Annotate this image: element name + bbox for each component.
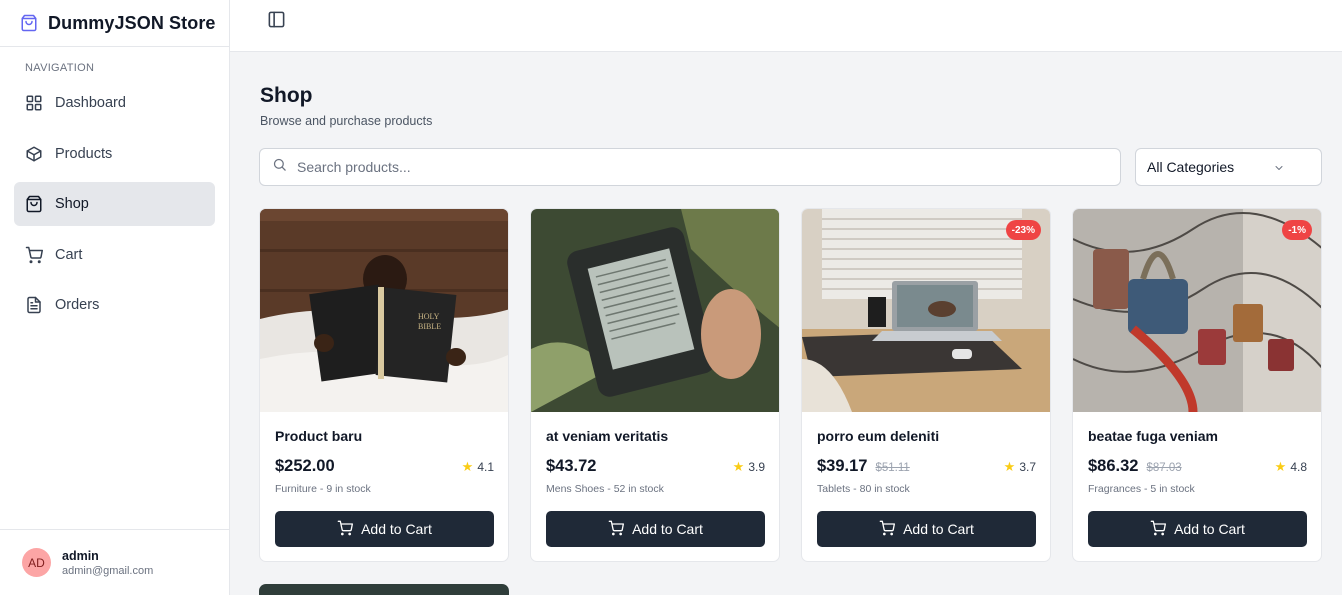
svg-text:BIBLE: BIBLE (418, 322, 441, 331)
sidebar-item-orders[interactable]: Orders (14, 283, 215, 327)
add-to-cart-label: Add to Cart (1174, 521, 1245, 537)
product-card[interactable] (259, 584, 509, 595)
add-to-cart-button[interactable]: Add to Cart (546, 511, 765, 547)
search-icon (272, 157, 287, 177)
svg-text:HOLY: HOLY (418, 312, 440, 321)
product-rating: ★ 3.7 (1004, 459, 1036, 475)
original-price: $51.11 (875, 462, 910, 474)
cart-icon (608, 520, 625, 539)
chevron-down-icon (1273, 161, 1285, 177)
product-meta: Furniture - 9 in stock (275, 483, 371, 495)
user-email: admin@gmail.com (62, 564, 154, 577)
discount-badge: -1% (1282, 220, 1312, 240)
cart-icon (879, 520, 896, 539)
add-to-cart-label: Add to Cart (361, 521, 432, 537)
topbar (230, 0, 1342, 52)
product-rating: ★ 4.1 (462, 459, 494, 475)
add-to-cart-label: Add to Cart (903, 521, 974, 537)
product-image[interactable]: HOLY BIBLE (260, 209, 508, 412)
cart-icon (25, 246, 43, 264)
product-price: $252.00 (275, 457, 335, 475)
sidebar-item-products[interactable]: Products (14, 132, 215, 176)
search-box[interactable] (259, 148, 1121, 186)
grid-icon (25, 94, 43, 112)
sidebar-item-cart[interactable]: Cart (14, 233, 215, 277)
product-price: $86.32 (1088, 457, 1139, 475)
sidebar-item-label: Orders (55, 297, 100, 313)
product-card[interactable]: at veniam veritatis $43.72 ★ 3.9 Mens Sh… (530, 208, 780, 562)
main-content: Shop Browse and purchase products All Ca… (230, 53, 1342, 595)
rating-value: 3.7 (1019, 460, 1036, 474)
sidebar-item-label: Products (55, 145, 113, 162)
product-rating: ★ 3.9 (733, 459, 765, 475)
avatar: AD (22, 548, 51, 577)
search-input[interactable] (297, 159, 1097, 175)
brand[interactable]: DummyJSON Store (0, 0, 229, 47)
rating-value: 3.9 (748, 460, 765, 474)
sidebar-item-label: Cart (55, 246, 83, 263)
product-name: at veniam veritatis (546, 428, 669, 444)
star-icon: ★ (1274, 459, 1287, 474)
price-row: $86.32 $87.03 ★ 4.8 (1088, 457, 1307, 476)
product-name: porro eum deleniti (817, 428, 940, 444)
sidebar-item-label: Shop (55, 196, 89, 212)
product-image[interactable] (531, 209, 779, 412)
discount-badge: -23% (1005, 220, 1041, 240)
star-icon: ★ (1003, 459, 1016, 474)
category-select-value: All Categories (1147, 159, 1235, 175)
sidebar-toggle-button[interactable] (264, 10, 288, 34)
sidebar-item-dashboard[interactable]: Dashboard (14, 81, 215, 125)
add-to-cart-button[interactable]: Add to Cart (275, 511, 494, 547)
cart-icon (337, 520, 354, 539)
product-image[interactable]: -1% (1073, 209, 1321, 412)
price-row: $252.00 ★ 4.1 (275, 457, 494, 476)
star-icon: ★ (461, 459, 474, 474)
user-profile[interactable]: AD admin admin@gmail.com (0, 529, 229, 595)
product-meta: Fragrances - 5 in stock (1088, 483, 1195, 495)
original-price: $87.03 (1146, 462, 1182, 474)
add-to-cart-button[interactable]: Add to Cart (817, 511, 1036, 547)
sidebar: DummyJSON Store NAVIGATION Dashboard Pro… (0, 0, 230, 595)
product-card[interactable]: HOLY BIBLE Product baru $252.00 ★ 4.1 Fu… (259, 208, 509, 562)
box-icon (25, 145, 43, 163)
product-image[interactable]: -23% (802, 209, 1050, 412)
product-name: beatae fuga veniam (1088, 428, 1218, 444)
add-to-cart-label: Add to Cart (632, 521, 703, 537)
product-price: $39.17 (817, 457, 868, 475)
app-root: DummyJSON Store NAVIGATION Dashboard Pro… (0, 0, 1342, 595)
add-to-cart-button[interactable]: Add to Cart (1088, 511, 1307, 547)
document-icon (25, 296, 43, 314)
product-meta: Mens Shoes - 52 in stock (546, 483, 664, 495)
user-name: admin (62, 548, 99, 563)
sidebar-item-label: Dashboard (55, 95, 126, 111)
product-price: $43.72 (546, 457, 597, 475)
product-rating: ★ 4.8 (1275, 459, 1307, 475)
sidebar-item-shop[interactable]: Shop (14, 182, 215, 226)
product-card[interactable]: -1% beatae fuga veniam $86.32 $87.03 ★ 4… (1072, 208, 1322, 562)
product-meta: Tablets - 80 in stock (817, 483, 910, 495)
shopping-bag-icon (20, 14, 38, 32)
cart-icon (1150, 520, 1167, 539)
price-row: $39.17 $51.11 ★ 3.7 (817, 457, 1036, 476)
rating-value: 4.1 (477, 460, 494, 474)
sidebar-nav: Dashboard Products Shop Cart Orders (14, 81, 215, 334)
product-name: Product baru (275, 428, 363, 444)
nav-heading: NAVIGATION (25, 62, 95, 74)
panel-left-icon (267, 10, 286, 34)
page-subtitle: Browse and purchase products (260, 114, 433, 128)
category-select[interactable]: All Categories (1135, 148, 1322, 186)
product-card[interactable]: -23% porro eum deleniti $39.17 $51.11 ★ … (801, 208, 1051, 562)
star-icon: ★ (732, 459, 745, 474)
page-title: Shop (260, 84, 313, 107)
rating-value: 4.8 (1290, 460, 1307, 474)
shopping-bag-icon (25, 195, 43, 213)
price-row: $43.72 ★ 3.9 (546, 457, 765, 476)
app-title: DummyJSON Store (48, 12, 216, 33)
